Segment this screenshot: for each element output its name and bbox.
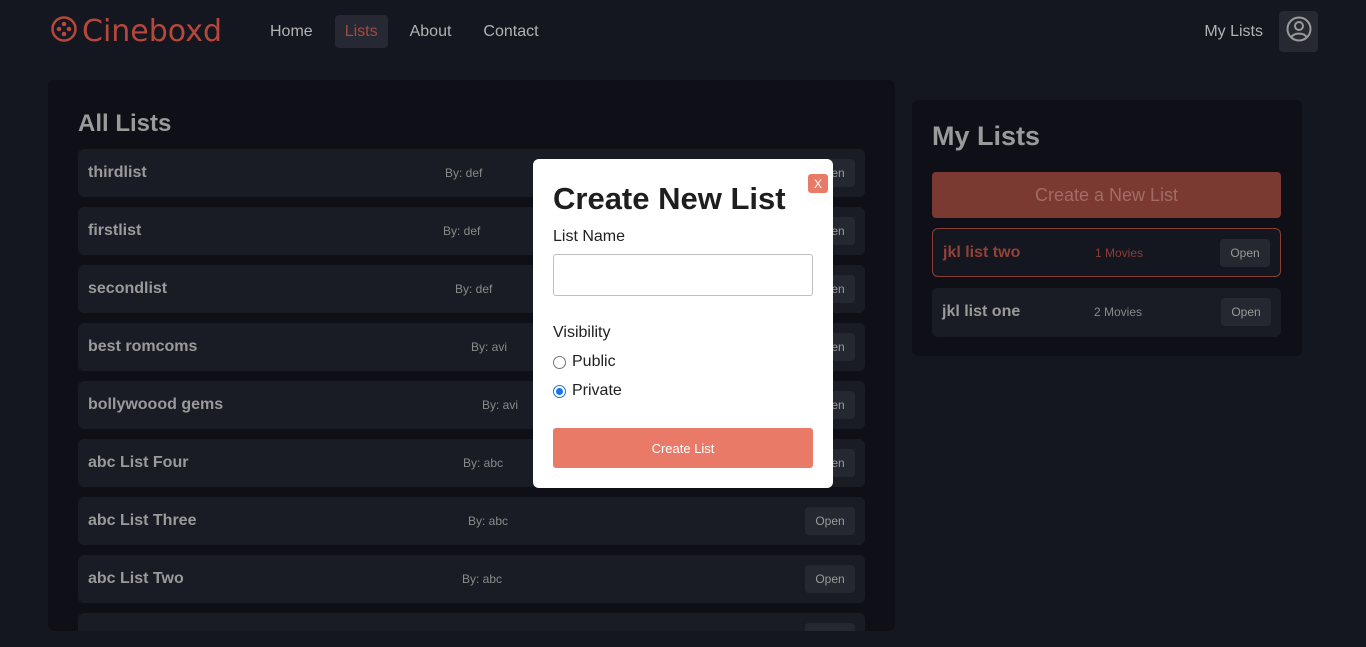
list-author: By: avi: [482, 398, 519, 412]
list-author: By: abc: [463, 456, 504, 470]
list-name: abc List Two: [88, 570, 184, 587]
my-lists-title: My Lists: [932, 121, 1041, 151]
create-new-list-button[interactable]: Create a New List: [932, 172, 1281, 218]
list-author: By: abc: [462, 572, 503, 586]
open-button[interactable]: Open: [805, 623, 855, 631]
my-list-count: 1 Movies: [1095, 246, 1144, 260]
list-name: best romcoms: [88, 338, 198, 355]
list-row[interactable]: abc List Three By: abc Open: [78, 497, 865, 545]
my-list-name: jkl list two: [943, 244, 1021, 261]
navbar: Cineboxd Home Lists About Contact My Lis…: [0, 0, 1366, 64]
open-button[interactable]: Open: [805, 507, 855, 535]
list-row[interactable]: Open: [78, 613, 865, 631]
nav-link-home[interactable]: Home: [260, 15, 323, 48]
visibility-public-option[interactable]: Public: [553, 353, 616, 371]
list-name: secondlist: [88, 280, 168, 297]
list-author: By: abc: [468, 514, 509, 528]
list-name-input[interactable]: [553, 254, 813, 296]
open-button[interactable]: Open: [805, 565, 855, 593]
list-name: firstlist: [88, 222, 142, 239]
list-name: abc List Three: [88, 512, 197, 529]
nav-link-my-lists[interactable]: My Lists: [1204, 23, 1263, 41]
visibility-label: Visibility: [553, 324, 611, 341]
private-radio-label: Private: [572, 382, 622, 399]
all-lists-title: All Lists: [78, 110, 172, 137]
nav-right: My Lists: [1204, 11, 1318, 52]
create-list-modal: X Create New List List Name Visibility P…: [533, 159, 833, 488]
open-button[interactable]: Open: [1220, 239, 1270, 267]
nav-link-contact[interactable]: Contact: [473, 15, 548, 48]
open-button[interactable]: Open: [1221, 298, 1271, 326]
list-name: bollywoood gems: [88, 396, 224, 413]
my-lists-panel: My Lists Create a New List jkl list two …: [912, 100, 1302, 356]
list-author: By: def: [443, 224, 481, 238]
public-radio[interactable]: [553, 355, 566, 369]
list-author: By: def: [455, 282, 493, 296]
user-profile-button[interactable]: [1279, 11, 1318, 52]
user-circle-icon: [1286, 16, 1312, 47]
brand-name: Cineboxd: [82, 14, 223, 49]
my-list-name: jkl list one: [942, 303, 1021, 320]
visibility-private-option[interactable]: Private: [553, 382, 622, 400]
list-name-label: List Name: [553, 228, 626, 245]
my-list-count: 2 Movies: [1094, 305, 1143, 319]
list-author: By: avi: [471, 340, 508, 354]
nav-links: Home Lists About Contact: [260, 15, 549, 48]
public-radio-label: Public: [572, 353, 616, 370]
private-radio[interactable]: [553, 384, 566, 398]
list-name: abc List Four: [88, 454, 189, 471]
my-list-item[interactable]: jkl list two 1 Movies Open: [932, 228, 1281, 277]
list-row[interactable]: abc List Two By: abc Open: [78, 555, 865, 603]
nav-link-lists[interactable]: Lists: [334, 15, 388, 48]
nav-link-about[interactable]: About: [400, 15, 462, 48]
brand-logo[interactable]: Cineboxd: [50, 14, 222, 49]
modal-title: Create New List: [553, 181, 786, 216]
create-list-button[interactable]: Create List: [553, 428, 813, 468]
film-reel-icon: [50, 15, 78, 48]
list-author: By: def: [445, 166, 483, 180]
list-name: thirdlist: [88, 164, 147, 181]
close-button[interactable]: X: [808, 174, 828, 193]
my-list-item[interactable]: jkl list one 2 Movies Open: [932, 288, 1281, 337]
